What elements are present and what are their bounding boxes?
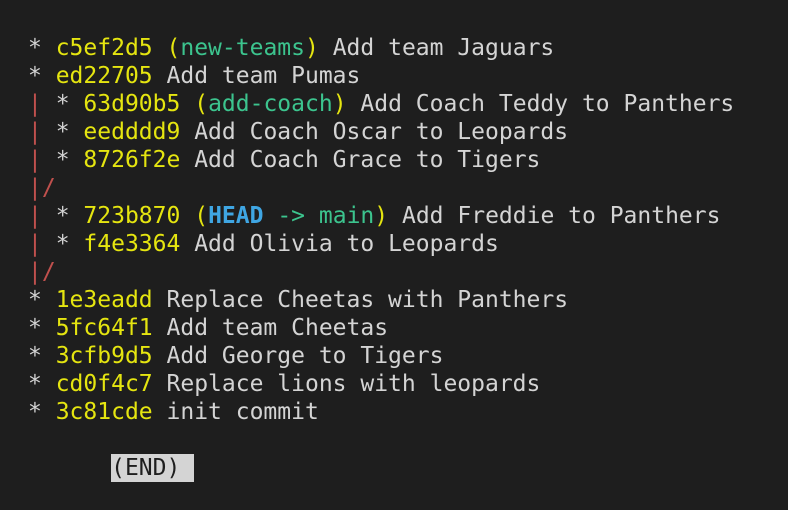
log-lines: * c5ef2d5 (new-teams) Add team Jaguars * … <box>28 34 734 426</box>
commit-line: * 5fc64f1 Add team Cheetas <box>28 314 734 342</box>
graph-branch-line: | <box>28 147 56 173</box>
pager-end-line: (END) <box>28 426 734 482</box>
graph-commit-marker: * <box>55 203 84 229</box>
graph-branch-line: |/ <box>28 175 56 201</box>
commit-hash: 723b870 <box>83 203 181 229</box>
commit-hash: 3cfb9d5 <box>55 343 153 369</box>
branch-ref: add-coach <box>208 91 333 117</box>
ref-arrow: -> <box>277 203 306 229</box>
commit-hash: 8726f2e <box>83 147 181 173</box>
graph-branch-line: | <box>28 231 56 257</box>
commit-line: | * 723b870 (HEAD -> main) Add Freddie t… <box>28 203 721 229</box>
commit-hash: eedddd9 <box>83 119 181 145</box>
commit-line: * ed22705 Add team Pumas <box>28 62 734 90</box>
commit-hash: 1e3eadd <box>55 287 153 313</box>
commit-message: Add team Pumas <box>166 63 361 89</box>
graph-commit-marker: * <box>28 343 56 369</box>
graph-commit-marker: * <box>55 119 84 145</box>
commit-line: * c5ef2d5 (new-teams) Add team Jaguars <box>28 35 555 61</box>
graph-branch-line: |/ <box>28 259 56 285</box>
graph-commit-marker: * <box>28 35 56 61</box>
commit-hash: 63d90b5 <box>83 91 181 117</box>
commit-message: Add Olivia to Leopards <box>194 231 499 257</box>
terminal-window: * c5ef2d5 (new-teams) Add team Jaguars * … <box>0 0 788 490</box>
commit-message: Add Freddie to Panthers <box>401 203 721 229</box>
commit-message: Replace Cheetas with Panthers <box>166 287 569 313</box>
graph-commit-marker: * <box>28 371 56 397</box>
graph-commit-marker: * <box>55 231 84 257</box>
graph-branch-line: | <box>28 91 56 117</box>
branch-ref: main <box>318 203 375 229</box>
commit-line: * 3cfb9d5 Add George to Tigers <box>28 342 734 370</box>
commit-line: * 3c81cde init commit <box>28 398 734 426</box>
graph-commit-marker: * <box>55 147 84 173</box>
commit-message: init commit <box>166 399 319 425</box>
graph-branch-line: | <box>28 119 56 145</box>
graph-commit-marker: * <box>28 63 56 89</box>
graph-commit-marker: * <box>28 287 56 313</box>
commit-hash: f4e3364 <box>83 231 181 257</box>
commit-line: |/ <box>28 258 734 286</box>
commit-line: * cd0f4c7 Replace lions with leopards <box>28 370 734 398</box>
commit-message: Replace lions with leopards <box>166 371 541 397</box>
graph-commit-marker: * <box>28 399 56 425</box>
commit-line: | * 63d90b5 (add-coach) Add Coach Teddy … <box>28 91 735 117</box>
commit-message: Add team Cheetas <box>166 315 389 341</box>
commit-line: |/ <box>28 174 734 202</box>
commit-message: Add Coach Oscar to Leopards <box>194 119 569 145</box>
commit-line: * 1e3eadd Replace Cheetas with Panthers <box>28 286 734 314</box>
graph-commit-marker: * <box>55 91 84 117</box>
commit-hash: cd0f4c7 <box>55 371 153 397</box>
pager-end-indicator: (END) <box>111 454 195 482</box>
commit-message: Add Coach Grace to Tigers <box>194 147 541 173</box>
commit-hash: 3c81cde <box>55 399 153 425</box>
commit-hash: ed22705 <box>55 63 153 89</box>
commit-message: Add team Jaguars <box>332 35 555 61</box>
git-log-output: * c5ef2d5 (new-teams) Add team Jaguars * … <box>28 34 734 482</box>
graph-commit-marker: * <box>28 315 56 341</box>
commit-line: | * f4e3364 Add Olivia to Leopards <box>28 230 734 258</box>
commit-message: Add Coach Teddy to Panthers <box>360 91 735 117</box>
commit-message: Add George to Tigers <box>166 343 444 369</box>
head-ref: HEAD <box>208 203 264 229</box>
commit-hash: 5fc64f1 <box>55 315 153 341</box>
commit-line: | * eedddd9 Add Coach Oscar to Leopards <box>28 118 734 146</box>
commit-hash: c5ef2d5 <box>55 35 153 61</box>
graph-branch-line: | <box>28 203 56 229</box>
commit-line: | * 8726f2e Add Coach Grace to Tigers <box>28 146 734 174</box>
branch-ref: new-teams <box>180 35 305 61</box>
